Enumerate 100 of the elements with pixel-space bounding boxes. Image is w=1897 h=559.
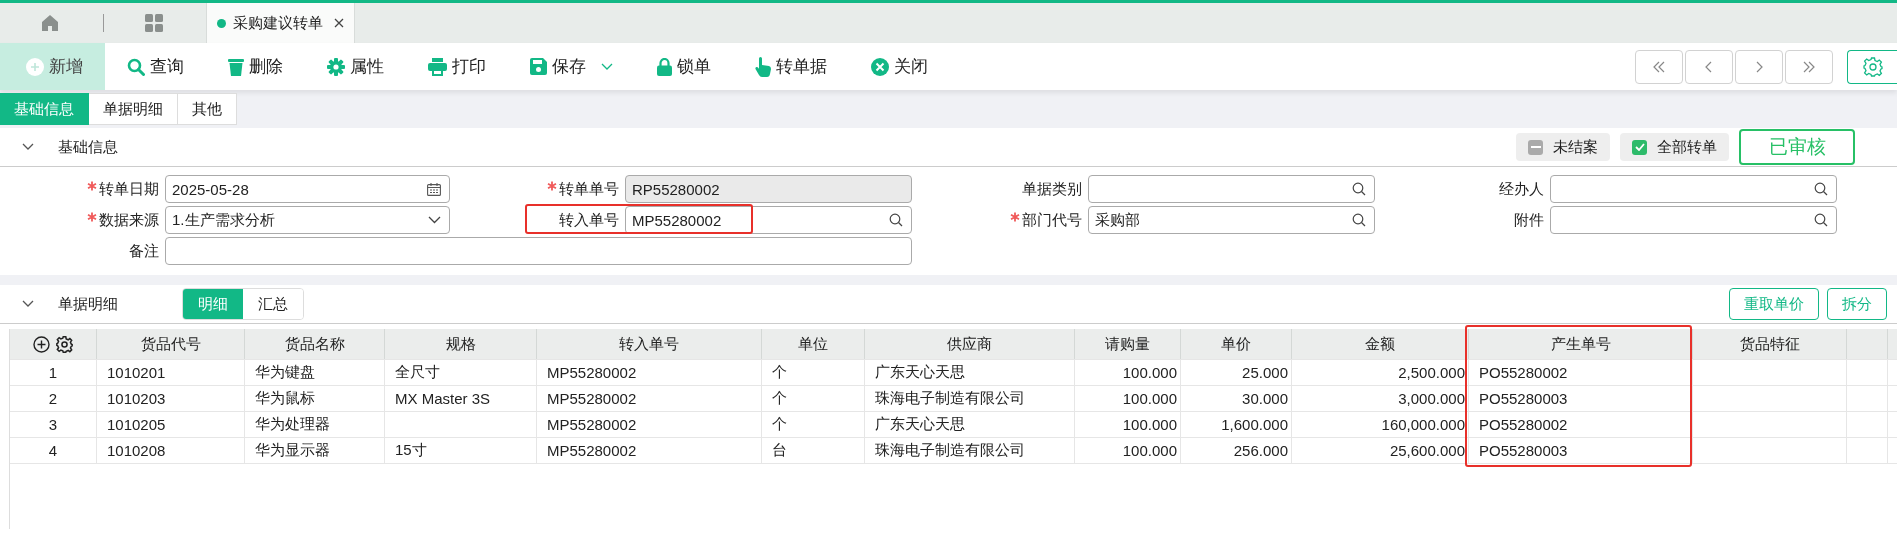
search-icon[interactable] xyxy=(1814,213,1828,227)
table-cell: 华为鼠标 xyxy=(255,389,315,408)
table-cell: 2,500.000 xyxy=(1398,364,1465,381)
input-field[interactable]: 2025-05-28 xyxy=(165,175,450,203)
settings-button[interactable] xyxy=(1847,49,1897,84)
settings-icon[interactable] xyxy=(56,335,73,353)
input-field[interactable] xyxy=(1088,175,1375,203)
search-icon[interactable] xyxy=(1814,182,1828,196)
table-cell: 台 xyxy=(772,441,787,460)
gear-icon xyxy=(1862,56,1883,77)
status-checkbox[interactable]: 未结案 xyxy=(1516,133,1610,161)
table-cell: MP55280002 xyxy=(547,390,637,407)
table-cell: 15寸 xyxy=(395,441,427,460)
search-icon[interactable] xyxy=(1352,213,1366,227)
table-cell: PO55280002 xyxy=(1479,364,1568,381)
plus-icon xyxy=(26,57,44,76)
approval-status: 已审核 xyxy=(1739,129,1855,165)
table-cell: 个 xyxy=(772,363,787,382)
column-header: 单位 xyxy=(798,334,828,354)
toolbar-button[interactable]: 转单据 xyxy=(733,43,849,90)
grid-icon[interactable] xyxy=(144,13,164,33)
toolbar-button[interactable]: 关闭 xyxy=(849,43,950,90)
field-label: 备注 xyxy=(129,241,159,261)
floppy-icon xyxy=(530,58,547,75)
toolbar-button[interactable]: 查询 xyxy=(105,43,206,90)
input-field[interactable]: 采购部 xyxy=(1088,206,1375,234)
row-number: 2 xyxy=(48,390,58,407)
table-cell: MX Master 3S xyxy=(395,390,491,407)
field-label: 转单日期 xyxy=(99,179,159,199)
toolbar-button[interactable]: 打印 xyxy=(406,43,508,90)
toolbar-button[interactable]: 属性 xyxy=(305,43,406,90)
table-cell: 华为显示器 xyxy=(255,441,330,460)
search-icon[interactable] xyxy=(1352,182,1366,196)
status-dot-icon xyxy=(217,18,226,28)
table-cell: 25,600.000 xyxy=(1389,442,1465,459)
column-header: 货品名称 xyxy=(284,334,345,354)
double-chevron-left-icon xyxy=(1652,60,1666,73)
caret-icon[interactable] xyxy=(428,216,441,224)
table-cell: MP55280002 xyxy=(547,364,637,381)
add-row-icon[interactable] xyxy=(33,335,50,353)
trash-icon xyxy=(228,57,244,76)
section-title: 单据明细 xyxy=(58,294,119,314)
search-icon xyxy=(127,57,145,76)
toolbar-button[interactable]: 新增 xyxy=(0,43,105,90)
input-field[interactable] xyxy=(1550,206,1837,234)
column-header: 货品特征 xyxy=(1739,334,1800,354)
home-icon[interactable] xyxy=(40,13,60,33)
input-field[interactable]: MP55280002 xyxy=(625,206,912,234)
table-cell: 100.000 xyxy=(1122,364,1177,381)
calendar-icon[interactable] xyxy=(427,182,441,196)
table-cell: PO55280002 xyxy=(1479,416,1568,433)
column-header: 产生单号 xyxy=(1550,334,1611,354)
gear-icon xyxy=(327,57,345,76)
field-label: 数据来源 xyxy=(99,210,159,230)
input-field[interactable]: 1.生产需求分析 xyxy=(165,206,450,234)
table-cell: 1010205 xyxy=(107,416,166,433)
section-title: 基础信息 xyxy=(58,137,118,157)
chevron-icon[interactable] xyxy=(22,143,34,151)
table-cell: 广东天心天思 xyxy=(875,415,965,434)
table-cell: 华为键盘 xyxy=(255,363,315,382)
table-cell: 广东天心天思 xyxy=(875,363,965,382)
column-header: 规格 xyxy=(445,334,476,354)
column-header: 金额 xyxy=(1365,334,1395,354)
table-cell: 珠海电子制造有限公司 xyxy=(875,441,1025,460)
status-checkbox[interactable]: 全部转单 xyxy=(1620,133,1729,161)
table-cell: 256.000 xyxy=(1233,442,1288,459)
row-number: 1 xyxy=(48,364,58,381)
field-label: 附件 xyxy=(1514,210,1544,230)
column-header: 供应商 xyxy=(947,334,992,354)
chevron-icon[interactable] xyxy=(22,300,34,308)
search-icon[interactable] xyxy=(889,213,903,227)
table-cell: 1010208 xyxy=(107,442,166,459)
table-cell: 1,600.000 xyxy=(1221,416,1288,433)
table-cell: PO55280003 xyxy=(1479,390,1568,407)
toolbar-button[interactable]: 锁单 xyxy=(635,43,733,90)
column-header: 单价 xyxy=(1221,334,1251,354)
table-cell: 3,000.000 xyxy=(1398,390,1465,407)
table-cell: 全尺寸 xyxy=(395,363,440,382)
table-cell: 珠海电子制造有限公司 xyxy=(875,389,1025,408)
table-cell: 160,000.000 xyxy=(1381,416,1465,433)
page-tab[interactable]: 单据明细 xyxy=(89,93,178,125)
table-cell: 华为处理器 xyxy=(255,415,330,434)
table-cell: 100.000 xyxy=(1122,390,1177,407)
field-label: 部门代号 xyxy=(1022,210,1082,230)
input-field[interactable]: RP55280002 xyxy=(625,175,912,203)
column-header: 请购量 xyxy=(1105,334,1150,354)
page-tab[interactable]: 其他 xyxy=(178,93,237,125)
table-cell: 100.000 xyxy=(1122,442,1177,459)
input-field[interactable] xyxy=(165,237,912,265)
table-cell: 100.000 xyxy=(1122,416,1177,433)
toolbar-button[interactable]: 删除 xyxy=(206,43,305,90)
document-tab[interactable]: 采购建议转单 xyxy=(206,3,355,43)
toolbar-button[interactable]: 保存 xyxy=(508,43,635,90)
input-field[interactable] xyxy=(1550,175,1837,203)
table-cell: 25.000 xyxy=(1242,364,1288,381)
close-icon[interactable] xyxy=(334,18,344,28)
table-cell: 个 xyxy=(772,389,787,408)
row-number: 4 xyxy=(48,442,58,459)
table-cell: 1010201 xyxy=(107,364,166,381)
table-cell: 个 xyxy=(772,415,787,434)
